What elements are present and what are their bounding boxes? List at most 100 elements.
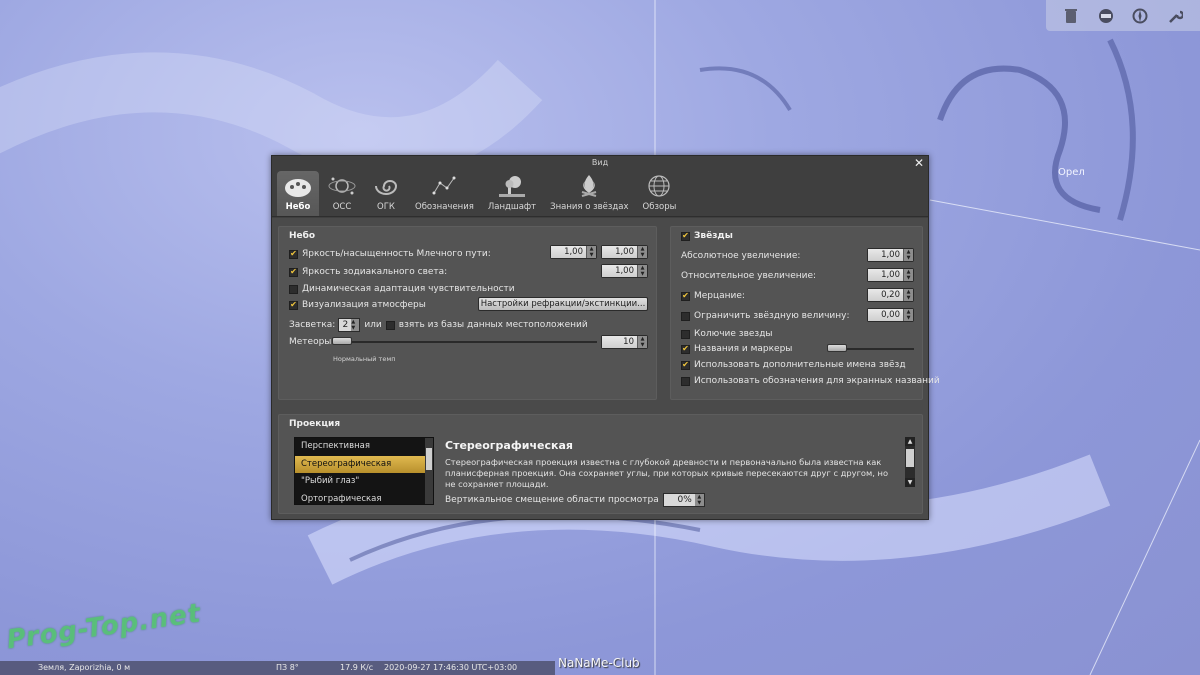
tab-label: Обозначения [415,202,474,212]
milky-way-row: ✔ Яркость/насыщенность Млечного пути: [289,249,491,259]
spin-arrows[interactable]: ▲ ▼ [903,249,913,261]
projection-item[interactable]: Ортографическая [295,491,433,505]
spin-arrows[interactable]: ▲ ▼ [637,265,647,277]
projection-list-scrollbar[interactable] [425,438,433,504]
projection-desc-title: Стереографическая [445,439,573,452]
survey-sphere-icon [648,175,671,197]
screen-labels-row: Использовать обозначения для экранных на… [681,376,940,386]
landscape-icon [499,176,525,197]
tab-solar-system[interactable]: ОСС [321,171,363,216]
spin-arrows[interactable]: ▲ ▼ [903,289,913,301]
spin-arrows[interactable]: ▲ ▼ [637,246,647,258]
adaptation-row: Динамическая адаптация чувствительности [289,284,515,294]
spin-arrows[interactable]: ▲ ▼ [903,309,913,321]
twinkle-checkbox[interactable]: ✔ [681,291,690,301]
meteors-row: Метеоры: [289,337,334,347]
rel-scale-spinbox[interactable]: 1,00 ▲ ▼ [867,268,914,282]
sky-icon [285,179,311,197]
tab-sky[interactable]: Небо [277,171,319,216]
atmosphere-checkbox[interactable]: ✔ [289,300,298,310]
tab-label: ОСС [332,202,352,212]
limit-mag-checkbox[interactable] [681,311,690,321]
status-bar: Земля, Zaporizhia, 0 м ПЗ 8° 17.9 К/с 20… [0,661,555,675]
extra-names-label: Использовать дополнительные имена звёзд [694,360,906,370]
stars-title-row: ✔ Звёзды [681,231,733,241]
zodiacal-spinbox[interactable]: 1,00 ▲ ▼ [601,264,648,278]
tab-markings[interactable]: Обозначения [409,171,480,216]
spin-arrows[interactable]: ▲ ▼ [351,319,360,331]
twinkle-row: ✔ Мерцание: [681,291,745,301]
spin-value: 0,00 [868,309,903,321]
viewport-offset-spinbox[interactable]: 0% ▲ ▼ [662,493,705,507]
spin-arrows[interactable]: ▲ ▼ [637,336,647,348]
scrollbar-thumb[interactable] [426,448,432,470]
projection-item[interactable]: Перспективная [295,438,433,456]
trash-icon[interactable] [1060,5,1082,27]
names-checkbox[interactable]: ✔ [681,344,690,354]
extra-names-checkbox[interactable]: ✔ [681,360,690,370]
light-pollution-spinbox[interactable]: 2 ▲ ▼ [338,318,361,332]
solar-system-icon [328,177,356,195]
location-db-label: взять из базы данных местоположений [398,320,588,330]
spin-arrows[interactable]: ▲ ▼ [903,269,913,281]
spin-arrows[interactable]: ▲ ▼ [694,494,704,506]
spiky-checkbox[interactable] [681,329,690,339]
tab-landscape[interactable]: Ландшафт [482,171,542,216]
window-icon[interactable] [1095,5,1117,27]
projection-item[interactable]: "Рыбий глаз" [295,473,433,491]
projection-panel: Проекция Перспективная Стереографическая… [278,414,923,514]
status-datetime: 2020-09-27 17:46:30 UTC+03:00 [384,663,518,672]
milky-way-label: Яркость/насыщенность Млечного пути: [302,249,491,259]
tab-starlore[interactable]: Знания о звёздах [544,171,634,216]
location-db-checkbox[interactable] [385,320,395,330]
refraction-settings-button[interactable]: Настройки рефракции/экстинкции... [478,297,648,311]
twinkle-label: Мерцание: [694,291,745,301]
desc-scrollbar[interactable]: ▲ ▼ [905,437,915,487]
stars-panel: ✔ Звёзды Абсолютное увеличение: 1,00 ▲ ▼ … [670,226,940,400]
tab-surveys[interactable]: Обзоры [637,171,683,216]
stars-checkbox[interactable]: ✔ [681,231,690,241]
projection-item-selected[interactable]: Стереографическая [295,455,433,473]
tab-label: ОГК [377,202,395,212]
status-fov: ПЗ 8° [276,663,299,672]
tab-dso[interactable]: ОГК [365,171,407,216]
abs-scale-row: Абсолютное увеличение: [681,251,800,261]
meteors-slider-track[interactable] [332,341,597,343]
spin-value: 2 [342,320,349,330]
adaptation-checkbox[interactable] [289,284,298,294]
scroll-up-icon[interactable]: ▲ [905,437,915,446]
dialog-content: Небо ✔ Яркость/насыщенность Млечного пут… [272,218,940,519]
scrollbar-thumb[interactable] [906,449,914,467]
status-location: Земля, Zaporizhia, 0 м [38,663,131,672]
constellation-icon [432,176,456,195]
tab-label: Обзоры [642,202,677,212]
twinkle-spinbox[interactable]: 0,20 ▲ ▼ [867,288,914,302]
meteors-slider-thumb[interactable] [332,337,352,345]
projection-list[interactable]: Перспективная Стереографическая "Рыбий г… [294,437,434,505]
labels-slider-thumb[interactable] [827,344,847,352]
wrench-icon[interactable] [1164,5,1186,27]
spin-arrows[interactable]: ▲ ▼ [586,246,596,258]
screen-labels-checkbox[interactable] [681,376,690,386]
or-label: или [364,320,382,330]
status-fps: 17.9 К/с [340,663,374,672]
zodiacal-label: Яркость зодиакального света: [302,267,448,277]
top-toolbar [1046,0,1200,31]
compass-icon[interactable] [1129,5,1151,27]
milky-way-brightness-spinbox[interactable]: 1,00 ▲ ▼ [550,245,597,259]
scroll-down-icon[interactable]: ▼ [905,478,915,487]
milky-way-checkbox[interactable]: ✔ [289,249,298,259]
abs-scale-spinbox[interactable]: 1,00 ▲ ▼ [867,248,914,262]
light-pollution-label: Засветка: [289,320,336,330]
spin-value: 1,00 [602,246,637,258]
constellation-art-line [937,65,1101,213]
meteors-spinbox[interactable]: 10 ▲ ▼ [601,335,648,349]
milky-way-saturation-spinbox[interactable]: 1,00 ▲ ▼ [601,245,648,259]
zodiacal-row: ✔ Яркость зодиакального света: [289,267,447,277]
extra-names-row: ✔ Использовать дополнительные имена звёз… [681,360,906,370]
limit-mag-spinbox[interactable]: 0,00 ▲ ▼ [867,308,914,322]
close-icon[interactable]: ✕ [913,157,925,169]
zodiacal-checkbox[interactable]: ✔ [289,267,298,277]
spiky-row: Колючие звезды [681,329,773,339]
rel-scale-row: Относительное увеличение: [681,271,816,281]
